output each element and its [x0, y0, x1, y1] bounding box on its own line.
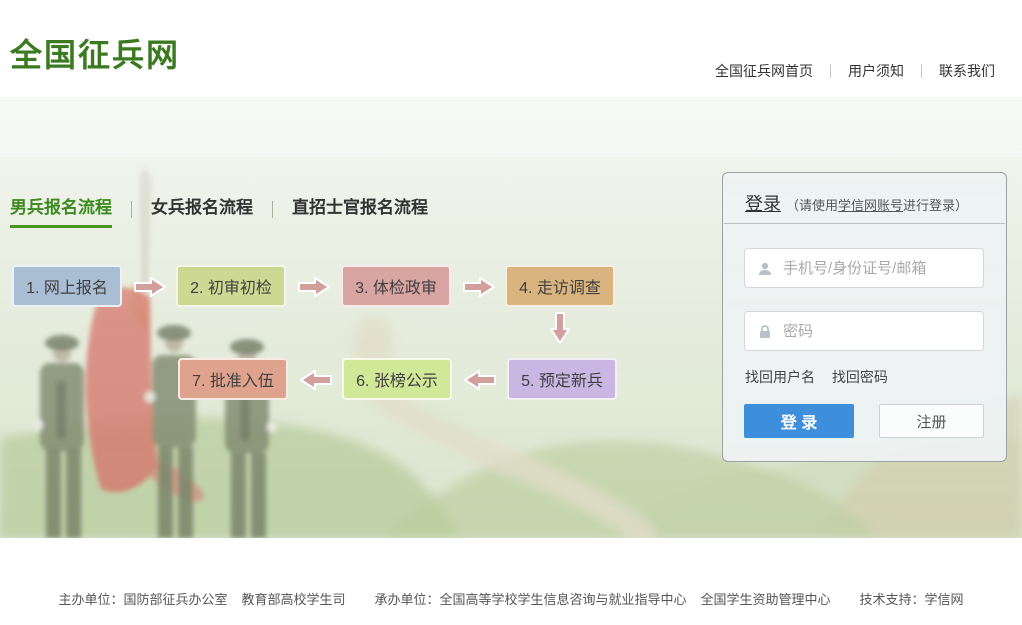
- login-button[interactable]: 登 录: [744, 404, 854, 438]
- left-arrow-icon: [463, 368, 497, 392]
- page-footer: 主办单位：国防部征兵办公室 教育部高校学生司 承办单位：全国高等学校学生信息咨询…: [0, 538, 1022, 625]
- flow-step-public-notice: 6. 张榜公示: [342, 358, 452, 400]
- tab-female-enlistment[interactable]: 女兵报名流程: [151, 193, 253, 228]
- username-field-wrap: [744, 248, 984, 288]
- account-recovery-links: 找回用户名 找回密码: [745, 367, 901, 387]
- login-title: 登录: [745, 194, 781, 214]
- tab-nco-enlistment[interactable]: 直招士官报名流程: [292, 193, 428, 228]
- down-arrow-icon: [548, 311, 572, 345]
- login-panel: 登录 （请使用学信网账号进行登录） 找回用户名 找回密码 登 录 注册: [722, 172, 1007, 462]
- password-field-wrap: [744, 311, 984, 351]
- footer-host-org: 主办单位：国防部征兵办公室: [58, 589, 227, 608]
- username-input[interactable]: [745, 249, 983, 287]
- footer-host-org-2: 教育部高校学生司: [241, 589, 345, 608]
- tab-male-enlistment[interactable]: 男兵报名流程: [10, 193, 112, 228]
- login-divider: [724, 223, 1005, 224]
- right-arrow-icon: [133, 275, 167, 299]
- flow-step-initial-review: 2. 初审初检: [176, 265, 286, 307]
- flow-tabs: 男兵报名流程 女兵报名流程 直招士官报名流程: [10, 193, 428, 228]
- login-note-prefix: （请使用: [786, 198, 838, 213]
- left-arrow-icon: [299, 368, 333, 392]
- site-header: 全国征兵网 全国征兵网首页 用户须知 联系我们: [0, 0, 1022, 97]
- nav-home-link[interactable]: 全国征兵网首页: [698, 61, 830, 81]
- flow-step-online-registration: 1. 网上报名: [12, 265, 122, 307]
- register-button[interactable]: 注册: [879, 404, 984, 438]
- flow-step-approval: 7. 批准入伍: [178, 358, 288, 400]
- site-logo[interactable]: 全国征兵网: [10, 30, 180, 76]
- right-arrow-icon: [462, 275, 496, 299]
- flow-step-home-visit: 4. 走访调查: [505, 265, 615, 307]
- chsi-account-link[interactable]: 学信网账号: [838, 198, 903, 213]
- nav-contact-link[interactable]: 联系我们: [922, 61, 1012, 81]
- footer-organizer: 承办单位：全国高等学校学生信息咨询与就业指导中心: [374, 589, 686, 608]
- find-username-link[interactable]: 找回用户名: [745, 369, 815, 385]
- footer-tech-support: 技术支持：学信网: [860, 589, 964, 608]
- find-password-link[interactable]: 找回密码: [832, 369, 888, 385]
- footer-organizer-2: 全国学生资助管理中心: [701, 589, 831, 608]
- login-header: 登录 （请使用学信网账号进行登录）: [723, 173, 1006, 216]
- flow-step-pre-selection: 5. 预定新兵: [507, 358, 617, 400]
- tab-divider: [131, 201, 132, 218]
- nav-user-notice-link[interactable]: 用户须知: [831, 61, 921, 81]
- password-input[interactable]: [745, 312, 983, 350]
- right-arrow-icon: [297, 275, 331, 299]
- flow-step-physical-political-exam: 3. 体检政审: [341, 265, 451, 307]
- tab-divider: [272, 201, 273, 218]
- hero-section: 男兵报名流程 女兵报名流程 直招士官报名流程 1. 网上报名 2. 初审初检 3…: [0, 97, 1022, 538]
- login-note-suffix: 进行登录）: [903, 198, 968, 213]
- header-nav: 全国征兵网首页 用户须知 联系我们: [698, 61, 1012, 81]
